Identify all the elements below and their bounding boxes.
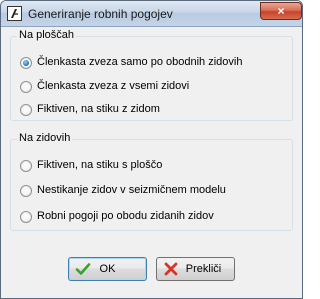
radio-dot[interactable] bbox=[20, 57, 32, 69]
radio-dot[interactable] bbox=[20, 211, 32, 223]
radio-label[interactable]: Fiktiven, na stiku s ploščo bbox=[37, 159, 162, 171]
radio-label[interactable]: Robni pogoji po obodu zidanih zidov bbox=[37, 210, 214, 222]
radio-dot[interactable] bbox=[20, 160, 32, 172]
title-bar[interactable]: Generiranje robnih pogojev × bbox=[1, 1, 302, 27]
radio-label[interactable]: Členkasta zveza z vsemi zidovi bbox=[37, 80, 189, 92]
close-icon: × bbox=[277, 4, 285, 18]
radio-dot[interactable] bbox=[20, 185, 32, 197]
radio-label[interactable]: Členkasta zveza samo po obodnih zidovih bbox=[37, 56, 242, 68]
cancel-button[interactable]: Prekliči bbox=[156, 257, 235, 281]
cancel-label: Prekliči bbox=[185, 263, 222, 275]
dialog-window: Generiranje robnih pogojev × Na ploščah … bbox=[0, 0, 303, 299]
radio-label[interactable]: Nestikanje zidov v seizmičnem modelu bbox=[37, 184, 226, 196]
group-walls-title: Na zidovih bbox=[17, 132, 73, 144]
app-icon bbox=[7, 6, 22, 21]
ok-label: OK bbox=[99, 263, 116, 275]
radio-dot[interactable] bbox=[20, 104, 32, 116]
window-title: Generiranje robnih pogojev bbox=[28, 7, 173, 21]
radio-dot[interactable] bbox=[20, 81, 32, 93]
close-button[interactable]: × bbox=[260, 2, 302, 20]
ok-button[interactable]: OK bbox=[68, 257, 147, 281]
group-surfaces-title: Na ploščah bbox=[17, 29, 77, 41]
radio-label[interactable]: Fiktiven, na stiku z zidom bbox=[37, 103, 160, 115]
